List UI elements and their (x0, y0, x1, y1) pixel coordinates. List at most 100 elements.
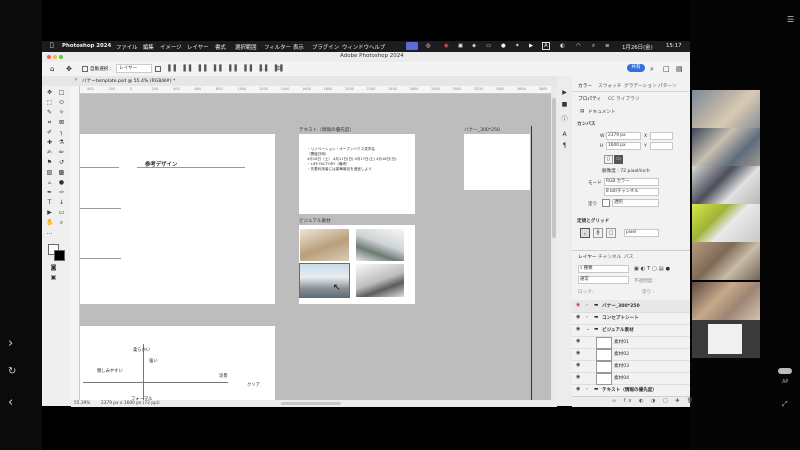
creative-cloud-icon[interactable]: ◎ (426, 43, 431, 49)
tab-swatches[interactable]: スウォッチ (598, 83, 621, 89)
height-field[interactable]: 1600 px (606, 142, 641, 150)
crop-tool-icon[interactable]: ⌗ (46, 119, 53, 126)
history-icon[interactable]: ▶ (561, 89, 568, 96)
artboard-text[interactable]: ・リノベーション・オープンハウス見学会 （開催日時） 4月16日（土） 4月11… (299, 134, 415, 214)
screen-share-icon[interactable] (406, 42, 418, 50)
eye-icon[interactable]: ◉ (576, 375, 582, 380)
landscape-icon[interactable]: ▭ (614, 155, 623, 164)
type-tool-icon[interactable]: T (46, 199, 53, 206)
align-icons[interactable]: ▐▌▐▌▐▌▐▌▐▌▐▌▐▌▐▌ (166, 65, 288, 72)
canvas-area[interactable]: 参考デザイン 柔らかい 強い 親しみやすい 涼景 クリア フォーマル テキスト（… (71, 86, 551, 406)
refresh-icon[interactable]: ↻ (8, 366, 16, 377)
menu-help[interactable]: ヘルプ (369, 43, 385, 51)
wifi-icon[interactable]: ◠ (576, 43, 581, 49)
grid-unit-dropdown[interactable]: pixel (624, 229, 659, 237)
healing-brush-icon[interactable]: ✚ (46, 139, 53, 146)
image-material-01[interactable] (300, 229, 349, 261)
canvas-section-header[interactable]: カンバス (577, 121, 595, 127)
transform-checkbox[interactable] (155, 66, 161, 72)
tab-patterns[interactable]: パターン (658, 83, 677, 89)
blend-mode-dropdown[interactable]: 通常 (578, 276, 629, 284)
pen-tool-icon[interactable]: ✒ (46, 189, 53, 196)
portrait-icon[interactable]: ▯ (604, 155, 613, 164)
expand-icon[interactable]: ⤢ (782, 400, 788, 409)
search-icon[interactable]: ⌕ (592, 43, 595, 50)
auto-select-checkbox[interactable] (82, 66, 88, 72)
comments-icon[interactable]: ■ (561, 101, 568, 108)
freeform-pen-icon[interactable]: ✑ (58, 189, 65, 196)
move-tool-icon[interactable]: ✥ (46, 89, 53, 96)
brush-tool-icon[interactable]: ✍ (46, 149, 53, 156)
record-icon[interactable]: ◉ (444, 43, 449, 49)
history-brush-icon[interactable]: ↺ (58, 159, 65, 166)
layer-filter-icons[interactable]: ▣◐T▢▤● (634, 266, 672, 272)
more-tools-icon[interactable]: … (46, 229, 53, 236)
tab-gradients[interactable]: グラデーション (624, 83, 657, 89)
horizontal-scrollbar[interactable] (281, 402, 341, 405)
user-icon[interactable]: ◐ (560, 43, 565, 49)
artboard-tool-icon[interactable]: □ (58, 89, 65, 96)
move-tool-icon[interactable]: ✥ (66, 65, 72, 73)
minimize-icon[interactable] (53, 55, 57, 59)
tab-paths[interactable]: パス (624, 254, 633, 260)
menu-icon[interactable]: ☰ (787, 16, 795, 24)
menu-edit[interactable]: 編集 (143, 43, 154, 51)
layer-actions-icons[interactable]: ∞ fx ◐ ◑ □ ✚ 🗑 (612, 398, 696, 404)
close-tab-icon[interactable]: ✕ (74, 78, 78, 83)
workspace-icon[interactable]: □ (663, 65, 670, 73)
menu-window[interactable]: ウィンドウ (342, 43, 369, 51)
dot-icon[interactable]: ● (501, 43, 506, 49)
fill-dropdown[interactable]: 透明 (612, 199, 659, 207)
artboard-visual[interactable]: ↖ (299, 225, 415, 304)
menu-plugins[interactable]: プラグイン (312, 43, 339, 51)
image-material-03[interactable] (299, 263, 350, 298)
eye-icon[interactable]: ◉ (576, 303, 582, 308)
menu-layer[interactable]: レイヤー (187, 43, 208, 51)
eye-icon[interactable]: ◉ (576, 315, 582, 320)
home-icon[interactable]: ⌂ (50, 65, 54, 73)
quick-mask-icon[interactable]: ◙ (50, 264, 57, 271)
horizontal-ruler[interactable]: 400 200 0 200 400 600 800 1000 1200 1400 1600 1800 2… (79, 86, 551, 94)
menu-filter[interactable]: フィルター (264, 43, 291, 51)
tab-cc-libraries[interactable]: CC ライブラリ (608, 96, 639, 102)
quick-select-icon[interactable]: ✎ (46, 109, 53, 116)
image-material-02[interactable] (356, 229, 404, 261)
input-mode[interactable]: A (542, 42, 550, 50)
tab-color[interactable]: カラー (578, 83, 592, 89)
zoom-tool-icon[interactable]: ⌕ (58, 219, 65, 226)
grid-icon[interactable]: ╬ (593, 228, 603, 238)
pencil-tool-icon[interactable]: ✏ (58, 149, 65, 156)
x-field[interactable] (650, 132, 673, 140)
eye-icon[interactable]: ◉ (576, 339, 582, 344)
stamp-tool-icon[interactable]: ⚑ (46, 159, 53, 166)
bluetooth-icon[interactable]: ✶ (515, 43, 520, 49)
apple-icon[interactable]:  (50, 42, 54, 49)
chevron-right-icon[interactable]: › (8, 336, 13, 351)
layer-filter-dropdown[interactable]: ⌕ 種類 (578, 265, 629, 273)
mode-dropdown[interactable]: RGB カラー (604, 178, 659, 186)
foreground-color-swatch[interactable] (54, 250, 65, 261)
ruler-icon[interactable]: ⌞ (580, 228, 590, 238)
menu-image[interactable]: イメージ (160, 43, 181, 51)
dodge-tool-icon[interactable]: ● (58, 179, 65, 186)
guides-icon[interactable]: □ (606, 228, 616, 238)
more-icon[interactable]: … (259, 65, 265, 72)
hand-tool-icon[interactable]: ✋ (46, 219, 53, 226)
scroll-thumb[interactable] (552, 98, 556, 238)
share-button[interactable]: 共有 (627, 64, 645, 72)
tab-properties[interactable]: プロパティ (578, 96, 601, 102)
toggle-switch[interactable] (778, 368, 792, 374)
menu-file[interactable]: ファイル (116, 43, 138, 51)
sync-icon[interactable]: ◈ (472, 43, 476, 49)
info-icon[interactable]: ⓘ (561, 116, 568, 123)
auto-select-dropdown[interactable]: レイヤー (116, 64, 152, 73)
tab-channels[interactable]: チャンネル (598, 254, 621, 260)
ruler-tool-icon[interactable]: ┐ (58, 129, 65, 136)
menu-view[interactable]: 表示 (293, 43, 304, 51)
menu-type[interactable]: 書式 (215, 43, 226, 51)
artboard-banner[interactable] (464, 134, 530, 190)
close-icon[interactable] (47, 55, 51, 59)
app-icon[interactable]: ▣ (458, 43, 463, 49)
app-menu[interactable]: Photoshop 2024 (62, 43, 111, 49)
path-select-icon[interactable]: ▶ (46, 209, 53, 216)
